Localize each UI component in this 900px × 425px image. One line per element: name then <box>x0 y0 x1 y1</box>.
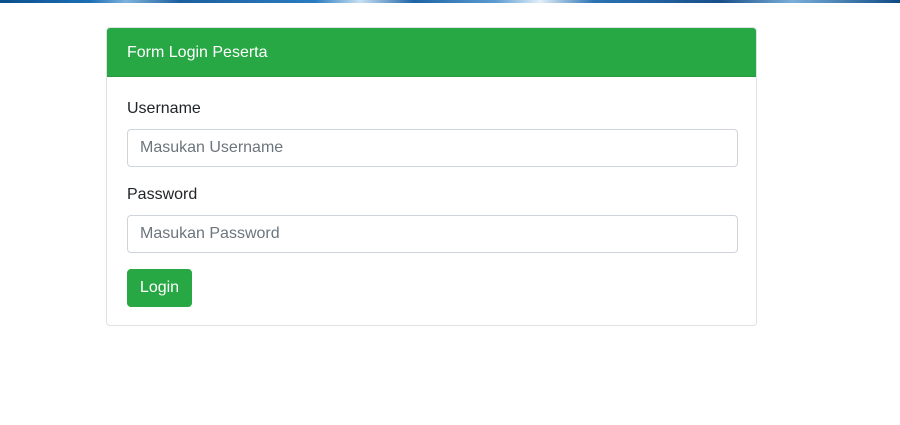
top-banner-image <box>0 0 900 3</box>
login-button[interactable]: Login <box>127 269 192 307</box>
username-label: Username <box>127 100 201 117</box>
form-title: Form Login Peserta <box>127 44 268 61</box>
password-input[interactable] <box>127 215 738 253</box>
username-input[interactable] <box>127 129 738 167</box>
password-label: Password <box>127 186 198 203</box>
card-header: Form Login Peserta <box>107 28 756 77</box>
login-card: Form Login Peserta Username Password Log… <box>106 27 757 326</box>
